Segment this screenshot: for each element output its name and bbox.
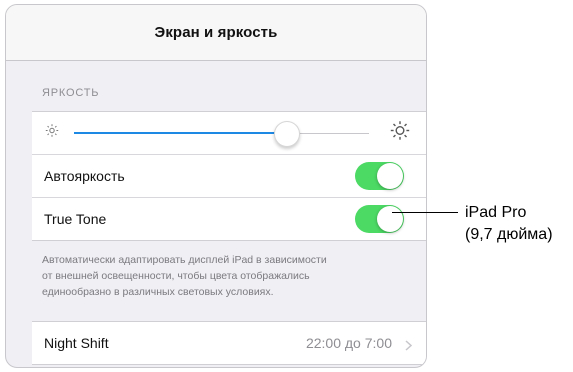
page-title: Экран и яркость xyxy=(154,24,278,41)
true-tone-row: True Tone xyxy=(32,198,426,240)
section-header-brightness: ЯРКОСТЬ xyxy=(42,87,100,99)
callout-device-size: (9,7 дюйма) xyxy=(465,226,553,243)
true-tone-label: True Tone xyxy=(44,211,107,227)
toggle-knob xyxy=(377,163,403,189)
brightness-row xyxy=(32,112,426,155)
auto-brightness-row: Автояркость xyxy=(32,155,426,198)
night-shift-label: Night Shift xyxy=(44,335,109,351)
sun-small-icon xyxy=(45,124,59,143)
auto-brightness-toggle[interactable] xyxy=(355,162,404,190)
ipad-screen: Экран и яркость ЯРКОСТЬ Автояркость True… xyxy=(5,4,427,368)
callout-device-name: iPad Pro xyxy=(465,204,527,221)
description-line: Автоматически адаптировать дисплей iPad … xyxy=(42,254,327,266)
device-callout: iPad Pro (9,7 дюйма) xyxy=(465,202,553,246)
night-shift-row[interactable]: Night Shift 22:00 до 7:00 xyxy=(32,321,426,365)
auto-brightness-label: Автояркость xyxy=(44,168,125,184)
description-line: от внешней освещенности, чтобы цвета ото… xyxy=(42,270,310,282)
brightness-slider[interactable] xyxy=(74,121,369,147)
brightness-slider-thumb[interactable] xyxy=(274,121,301,147)
toggle-knob xyxy=(377,206,403,232)
true-tone-toggle[interactable] xyxy=(355,205,404,233)
nav-bar: Экран и яркость xyxy=(6,5,426,61)
description-line: единообразно в различных световых услови… xyxy=(42,286,274,298)
sun-large-icon xyxy=(390,121,410,146)
night-shift-schedule: 22:00 до 7:00 xyxy=(305,335,392,351)
true-tone-description: Автоматически адаптировать дисплей iPad … xyxy=(42,252,414,300)
settings-group-brightness: Автояркость True Tone xyxy=(32,111,426,241)
chevron-right-icon xyxy=(405,338,413,356)
brightness-slider-fill xyxy=(74,132,287,134)
callout-leader-line xyxy=(392,212,458,213)
